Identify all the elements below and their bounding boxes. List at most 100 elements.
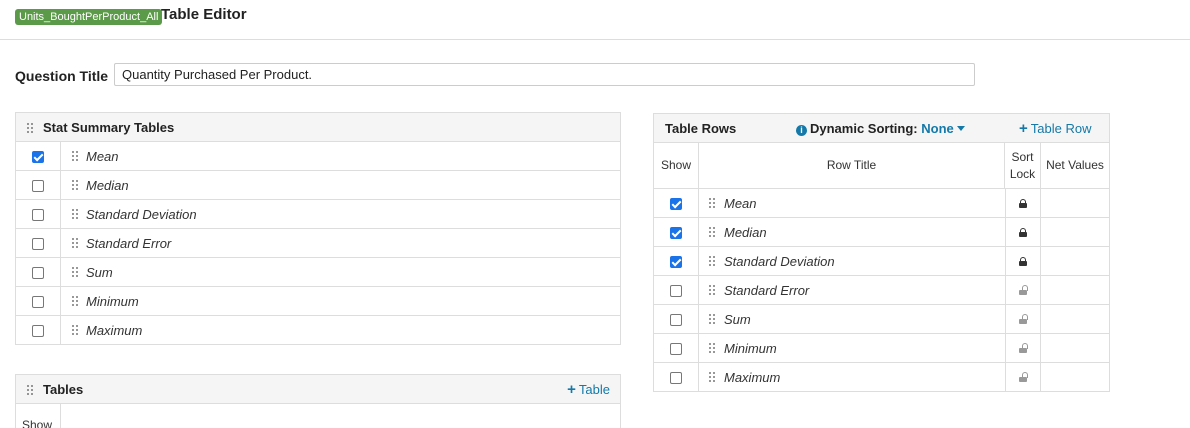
- row-show-checkbox[interactable]: [670, 198, 682, 210]
- net-values-cell[interactable]: [1041, 276, 1109, 304]
- stat-summary-row: Mean: [16, 142, 620, 171]
- column-row-title: Row Title: [699, 143, 1005, 188]
- stat-checkbox[interactable]: [32, 325, 44, 337]
- lock-icon[interactable]: [1019, 199, 1027, 208]
- column-show: Show: [654, 143, 699, 188]
- drag-handle-icon[interactable]: [26, 122, 34, 133]
- drag-handle-icon[interactable]: [708, 371, 716, 382]
- add-table-button[interactable]: + Table: [567, 381, 610, 398]
- drag-handle-icon[interactable]: [708, 284, 716, 295]
- drag-handle-icon[interactable]: [708, 226, 716, 237]
- stat-checkbox-cell: [16, 200, 61, 228]
- table-row: Minimum: [654, 334, 1109, 363]
- stat-checkbox[interactable]: [32, 209, 44, 221]
- row-title-label: Minimum: [724, 341, 777, 356]
- row-show-checkbox[interactable]: [670, 256, 682, 268]
- stat-checkbox[interactable]: [32, 151, 44, 163]
- net-values-cell[interactable]: [1041, 218, 1109, 246]
- table-rows-column-header: Show Row Title Sort Lock Net Values: [654, 143, 1109, 189]
- column-sort-label: Sort: [1011, 149, 1034, 164]
- net-values-cell[interactable]: [1041, 334, 1109, 362]
- row-show-cell: [654, 305, 699, 333]
- info-icon[interactable]: i: [796, 125, 807, 136]
- plus-icon: +: [1019, 120, 1028, 137]
- row-show-checkbox[interactable]: [670, 285, 682, 297]
- lock-icon[interactable]: [1019, 257, 1027, 266]
- unlock-icon[interactable]: [1019, 372, 1028, 382]
- add-table-row-button[interactable]: + Table Row: [1019, 120, 1091, 137]
- row-show-cell: [654, 334, 699, 362]
- plus-icon: +: [567, 381, 576, 398]
- question-title-input[interactable]: [114, 63, 975, 86]
- drag-handle-icon[interactable]: [708, 255, 716, 266]
- unlock-icon[interactable]: [1019, 314, 1028, 324]
- stat-summary-label: Sum: [86, 265, 113, 280]
- drag-handle-icon[interactable]: [71, 179, 79, 190]
- row-title-label: Standard Error: [724, 283, 810, 298]
- stat-summary-list: Mean Median Standard Deviation Standard Err…: [16, 142, 620, 345]
- table-rows-list: Mean Median Standard Deviation Standard Err…: [654, 189, 1109, 392]
- row-show-checkbox[interactable]: [670, 343, 682, 355]
- stat-checkbox-cell: [16, 229, 61, 257]
- lock-icon[interactable]: [1019, 228, 1027, 237]
- sort-lock-cell: [1005, 276, 1041, 304]
- tables-column-header: Show: [16, 404, 620, 428]
- stat-checkbox[interactable]: [32, 180, 44, 192]
- column-net-values-label: Net Values: [1046, 158, 1104, 172]
- table-row: Standard Deviation: [654, 247, 1109, 276]
- stat-checkbox[interactable]: [32, 267, 44, 279]
- stat-summary-label: Median: [86, 178, 129, 193]
- net-values-cell[interactable]: [1041, 247, 1109, 275]
- dynamic-sorting-control[interactable]: i Dynamic Sorting: None: [796, 121, 965, 136]
- row-show-cell: [654, 247, 699, 275]
- row-show-cell: [654, 189, 699, 217]
- stat-summary-panel: Stat Summary Tables Mean Median Standard D…: [15, 112, 621, 345]
- net-values-cell[interactable]: [1041, 189, 1109, 217]
- drag-handle-icon[interactable]: [708, 197, 716, 208]
- sort-lock-cell: [1005, 218, 1041, 246]
- row-show-checkbox[interactable]: [670, 227, 682, 239]
- drag-handle-icon[interactable]: [71, 208, 79, 219]
- chevron-down-icon[interactable]: [956, 126, 965, 131]
- drag-handle-icon[interactable]: [71, 150, 79, 161]
- table-rows-title: Table Rows: [665, 121, 737, 136]
- drag-handle-icon[interactable]: [708, 342, 716, 353]
- drag-handle-icon[interactable]: [71, 295, 79, 306]
- stat-checkbox[interactable]: [32, 296, 44, 308]
- column-net-values: Net Values: [1041, 143, 1109, 188]
- net-values-cell[interactable]: [1041, 363, 1109, 392]
- net-values-cell[interactable]: [1041, 305, 1109, 333]
- column-show-label: Show: [660, 158, 692, 172]
- sort-lock-cell: [1005, 189, 1041, 217]
- stat-checkbox[interactable]: [32, 238, 44, 250]
- drag-handle-icon[interactable]: [708, 313, 716, 324]
- drag-handle-icon[interactable]: [71, 237, 79, 248]
- stat-summary-row: Standard Deviation: [16, 200, 620, 229]
- sort-lock-cell: [1005, 363, 1041, 392]
- stat-summary-title: Stat Summary Tables: [43, 120, 175, 135]
- unlock-icon[interactable]: [1019, 285, 1028, 295]
- drag-handle-icon[interactable]: [26, 384, 34, 395]
- row-show-cell: [654, 218, 699, 246]
- table-rows-panel: Table Rows i Dynamic Sorting: None + Table…: [653, 113, 1110, 392]
- drag-handle-icon[interactable]: [71, 324, 79, 335]
- row-show-checkbox[interactable]: [670, 372, 682, 384]
- stat-checkbox-cell: [16, 316, 61, 345]
- unlock-icon[interactable]: [1019, 343, 1028, 353]
- tables-panel: Tables + Table Show: [15, 374, 621, 428]
- sort-lock-cell: [1005, 305, 1041, 333]
- tables-title: Tables: [43, 382, 84, 397]
- tables-show-label: Show: [22, 418, 53, 428]
- tables-header: Tables + Table: [16, 375, 620, 404]
- stat-summary-row: Minimum: [16, 287, 620, 316]
- stat-checkbox-cell: [16, 258, 61, 286]
- column-lock-label: Lock: [1009, 166, 1036, 181]
- row-show-checkbox[interactable]: [670, 314, 682, 326]
- column-row-title-label: Row Title: [826, 158, 877, 172]
- stat-checkbox-cell: [16, 142, 61, 170]
- stat-summary-label: Minimum: [86, 294, 139, 309]
- stat-summary-row: Maximum: [16, 316, 620, 345]
- drag-handle-icon[interactable]: [71, 266, 79, 277]
- dynamic-sorting-value[interactable]: None: [921, 121, 954, 136]
- stat-summary-header: Stat Summary Tables: [16, 113, 620, 142]
